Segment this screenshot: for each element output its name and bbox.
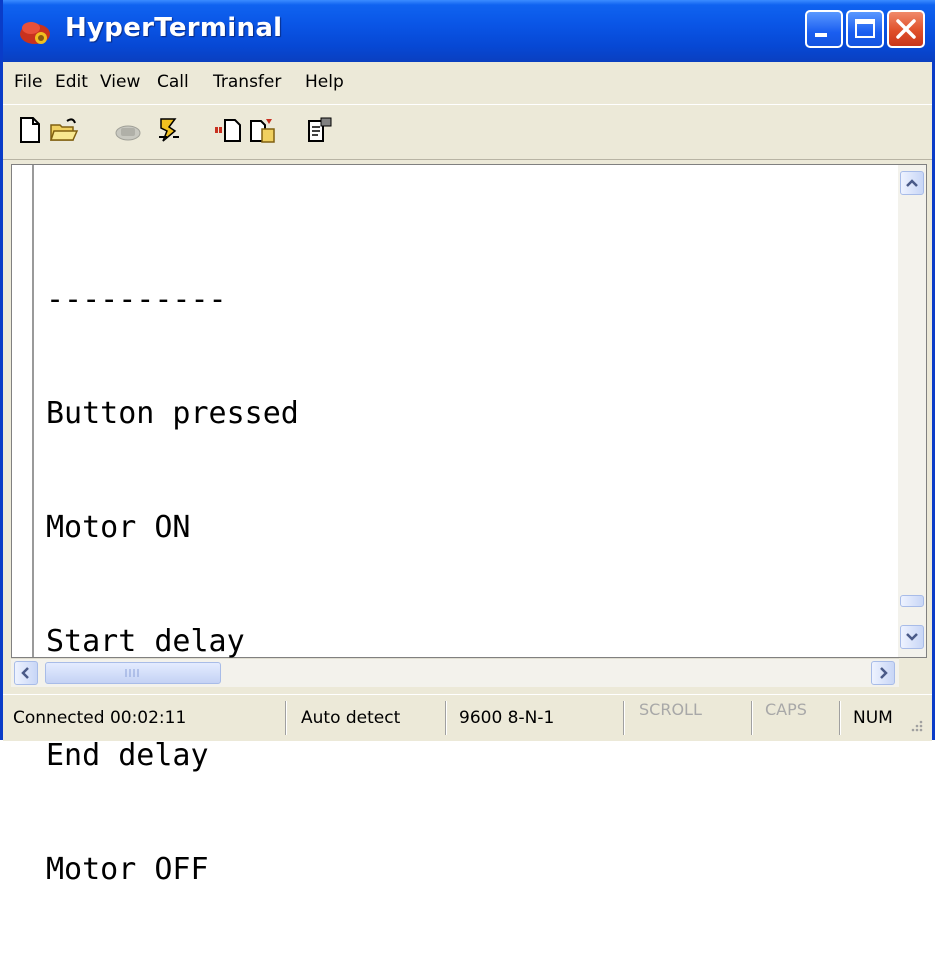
vertical-scroll-thumb[interactable] xyxy=(900,595,924,607)
connect-phone-icon[interactable] xyxy=(113,115,143,145)
menu-help[interactable]: Help xyxy=(305,72,344,92)
open-folder-icon[interactable] xyxy=(49,115,79,145)
terminal-text: ---------- Button pressed Motor ON Start… xyxy=(46,205,299,965)
chevron-right-icon xyxy=(880,667,888,679)
menu-transfer[interactable]: Transfer xyxy=(213,72,281,92)
caps-lock-indicator: CAPS xyxy=(765,701,807,719)
scroll-right-button[interactable] xyxy=(871,661,895,685)
close-icon xyxy=(896,19,916,39)
vertical-scrollbar[interactable] xyxy=(898,165,926,657)
close-button[interactable] xyxy=(887,10,925,48)
scroll-down-button[interactable] xyxy=(900,625,924,649)
port-settings: 9600 8-N-1 xyxy=(459,708,555,728)
status-separator xyxy=(445,701,447,735)
new-document-icon[interactable] xyxy=(15,115,45,145)
menu-bar: File Edit View Call Transfer Help xyxy=(3,62,932,105)
menu-file[interactable]: File xyxy=(14,72,42,92)
minimize-icon xyxy=(815,33,827,37)
maximize-button[interactable] xyxy=(846,10,884,48)
status-separator xyxy=(839,701,841,735)
grip-lines-icon xyxy=(125,669,139,677)
terminal-line: ---------- xyxy=(46,282,227,317)
send-file-icon[interactable] xyxy=(213,115,243,145)
horizontal-scroll-thumb[interactable] xyxy=(45,662,221,684)
resize-grip-icon[interactable] xyxy=(906,717,924,735)
terminal-output[interactable]: ---------- Button pressed Motor ON Start… xyxy=(11,164,927,887)
chevron-down-icon xyxy=(906,633,918,641)
chevron-left-icon xyxy=(21,667,29,679)
connection-time: Connected 00:02:11 xyxy=(13,708,187,728)
hyperterminal-window: HyperTerminal File Edit View Call Transf… xyxy=(0,0,935,887)
menu-edit[interactable]: Edit xyxy=(55,72,88,92)
hyperterminal-phone-icon xyxy=(20,22,50,44)
status-separator xyxy=(751,701,753,735)
terminal-line: Motor OFF xyxy=(46,852,209,887)
menu-call[interactable]: Call xyxy=(157,72,189,92)
maximize-icon xyxy=(855,19,875,38)
properties-icon[interactable] xyxy=(305,115,335,145)
horizontal-scrollbar[interactable] xyxy=(11,658,899,687)
status-bar: Connected 00:02:11 Auto detect 9600 8-N-… xyxy=(3,694,932,741)
menu-view[interactable]: View xyxy=(100,72,140,92)
scroll-up-button[interactable] xyxy=(900,171,924,195)
scroll-left-button[interactable] xyxy=(14,661,38,685)
toolbar xyxy=(3,104,932,160)
terminal-line: Button pressed xyxy=(46,396,299,431)
terminal-margin-line xyxy=(32,165,34,657)
num-lock-indicator: NUM xyxy=(853,708,893,728)
terminal-line: End delay xyxy=(46,738,209,773)
status-separator xyxy=(285,701,287,735)
title-bar[interactable]: HyperTerminal xyxy=(3,0,935,62)
terminal-line: Motor ON xyxy=(46,510,191,545)
terminal-line: Start delay xyxy=(46,624,245,659)
minimize-button[interactable] xyxy=(805,10,843,48)
chevron-up-icon xyxy=(906,179,918,187)
disconnect-icon[interactable] xyxy=(153,115,183,145)
receive-file-icon[interactable] xyxy=(248,115,278,145)
window-title: HyperTerminal xyxy=(65,13,283,43)
scroll-lock-indicator: SCROLL xyxy=(639,701,702,719)
emulation-detect: Auto detect xyxy=(301,708,401,728)
status-separator xyxy=(623,701,625,735)
